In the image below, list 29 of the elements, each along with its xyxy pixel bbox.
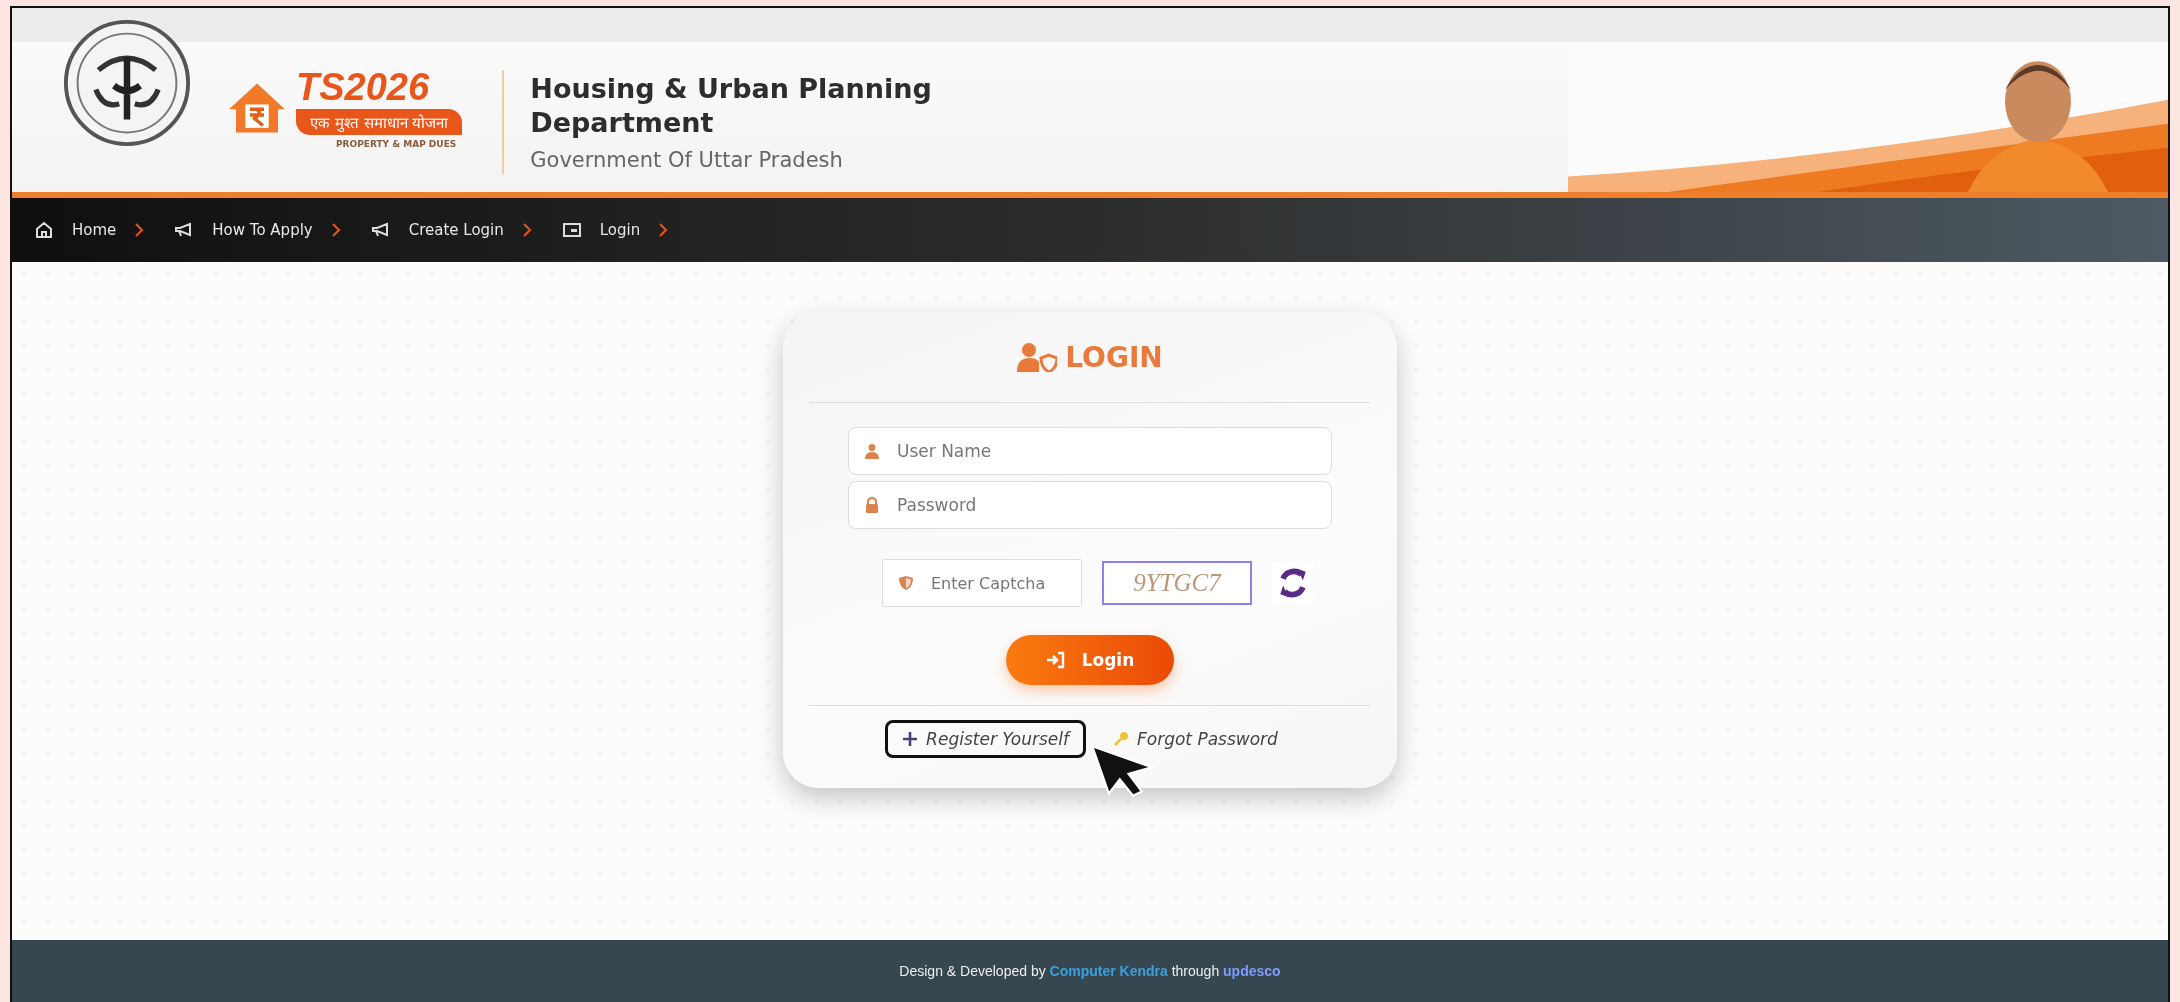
sign-in-icon: [1045, 651, 1066, 669]
password-field[interactable]: Password: [848, 481, 1332, 529]
plus-icon: [902, 731, 919, 747]
breadcrumb-link[interactable]: Home: [28, 220, 123, 240]
breadcrumb-link[interactable]: How To Apply: [168, 220, 319, 240]
department-title: Housing & Urban Planning Department: [530, 72, 933, 140]
captcha-field[interactable]: Enter Captcha: [882, 559, 1082, 607]
scheme-logo-text: TS2026: [296, 67, 430, 106]
card-icon: [561, 220, 582, 240]
user-shield-icon: [1017, 342, 1058, 372]
refresh-icon[interactable]: [1272, 562, 1314, 604]
chevron-icon: [330, 222, 341, 238]
footer-credit: Design & Developed by Computer Kendra through updesco: [899, 963, 1281, 979]
username-field[interactable]: User Name: [848, 427, 1332, 475]
chevron-icon: [658, 222, 669, 238]
government-subtitle: Government Of Uttar Pradesh: [530, 147, 844, 172]
chevron-icon: [521, 222, 532, 238]
captcha-image: 9YTGC7: [1102, 561, 1252, 605]
chevron-icon: [134, 222, 145, 238]
partner-link[interactable]: updesco: [1223, 963, 1281, 979]
home-icon: [34, 220, 54, 240]
emblem-icon: [62, 18, 192, 148]
forgot-password-link[interactable]: Forgot Password: [1096, 720, 1295, 758]
login-heading: LOGIN: [1065, 340, 1163, 374]
key-icon: [1113, 731, 1129, 747]
scheme-tagline: एक मुश्त समाधान योजना: [296, 108, 463, 135]
scheme-subtitle: PROPERTY & MAP DUES: [336, 138, 457, 149]
breadcrumb-link[interactable]: Create Login: [364, 220, 510, 240]
breadcrumb-link[interactable]: Login: [555, 220, 647, 240]
